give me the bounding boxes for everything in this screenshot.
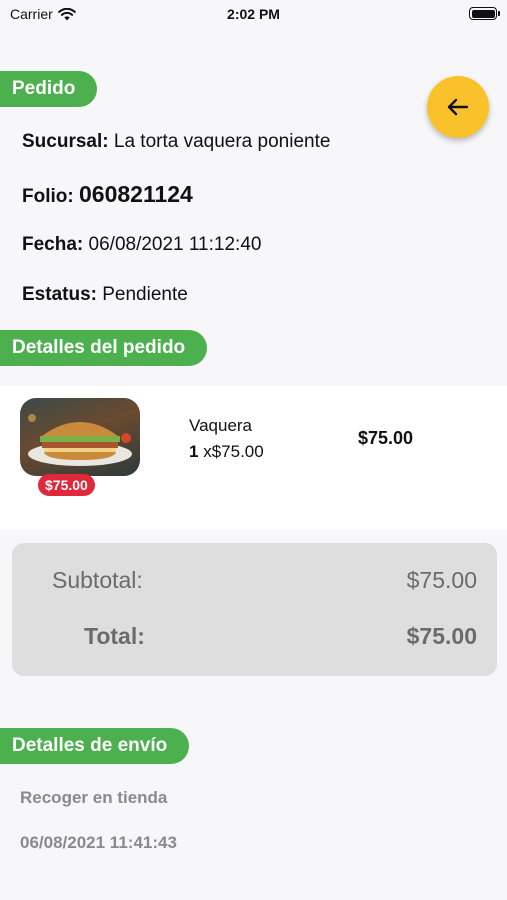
sucursal-row: Sucursal: La torta vaquera poniente	[22, 131, 330, 153]
section-pill-detalles: Detalles del pedido	[0, 330, 208, 366]
section-title: Detalles de envío	[12, 735, 168, 756]
item-image	[20, 398, 140, 476]
clock: 2:02 PM	[227, 6, 280, 22]
shipping-datetime: 06/08/2021 11:41:43	[20, 833, 177, 852]
burger-image	[28, 414, 132, 466]
item-quantity: 1 x$75.00	[189, 442, 264, 462]
folio-label: Folio:	[22, 186, 74, 207]
shipping-method: Recoger en tienda	[20, 788, 168, 807]
total-label: Total:	[84, 623, 145, 649]
folio-value: 060821124	[78, 181, 193, 207]
section-pill-envio: Detalles de envío	[0, 728, 190, 764]
section-title: Detalles del pedido	[12, 337, 186, 358]
item-qty-number: 1	[189, 442, 199, 461]
arrow-left-icon	[447, 98, 469, 116]
subtotal-value: $75.00	[406, 567, 477, 593]
sucursal-value: La torta vaquera poniente	[113, 131, 331, 152]
fecha-row: Fecha: 06/08/2021 11:12:40	[22, 234, 261, 256]
fecha-label: Fecha:	[22, 234, 84, 255]
status-bar: Carrier 2:02 PM	[0, 0, 507, 28]
total-value: $75.00	[406, 623, 477, 649]
item-name: Vaquera	[189, 416, 253, 435]
estatus-label: Estatus:	[22, 284, 97, 305]
estatus-row: Estatus: Pendiente	[22, 284, 188, 306]
back-button[interactable]	[427, 76, 489, 138]
sucursal-label: Sucursal:	[22, 131, 109, 152]
subtotal-label: Subtotal:	[52, 567, 143, 593]
item-line-total: $75.00	[358, 428, 414, 448]
totals-panel: Subtotal: $75.00 Total: $75.00	[12, 543, 497, 676]
section-title: Pedido	[12, 78, 76, 99]
fecha-value: 06/08/2021 11:12:40	[88, 234, 262, 255]
folio-row: Folio: 060821124	[22, 181, 193, 208]
section-pill-pedido: Pedido	[0, 71, 98, 107]
estatus-value: Pendiente	[102, 284, 188, 305]
order-item-card[interactable]: $75.00 Vaquera 1 x$75.00 $75.00	[0, 386, 507, 530]
item-price-badge: $75.00	[38, 474, 95, 496]
battery-icon	[469, 7, 500, 20]
item-unit-price: x$75.00	[203, 442, 264, 461]
